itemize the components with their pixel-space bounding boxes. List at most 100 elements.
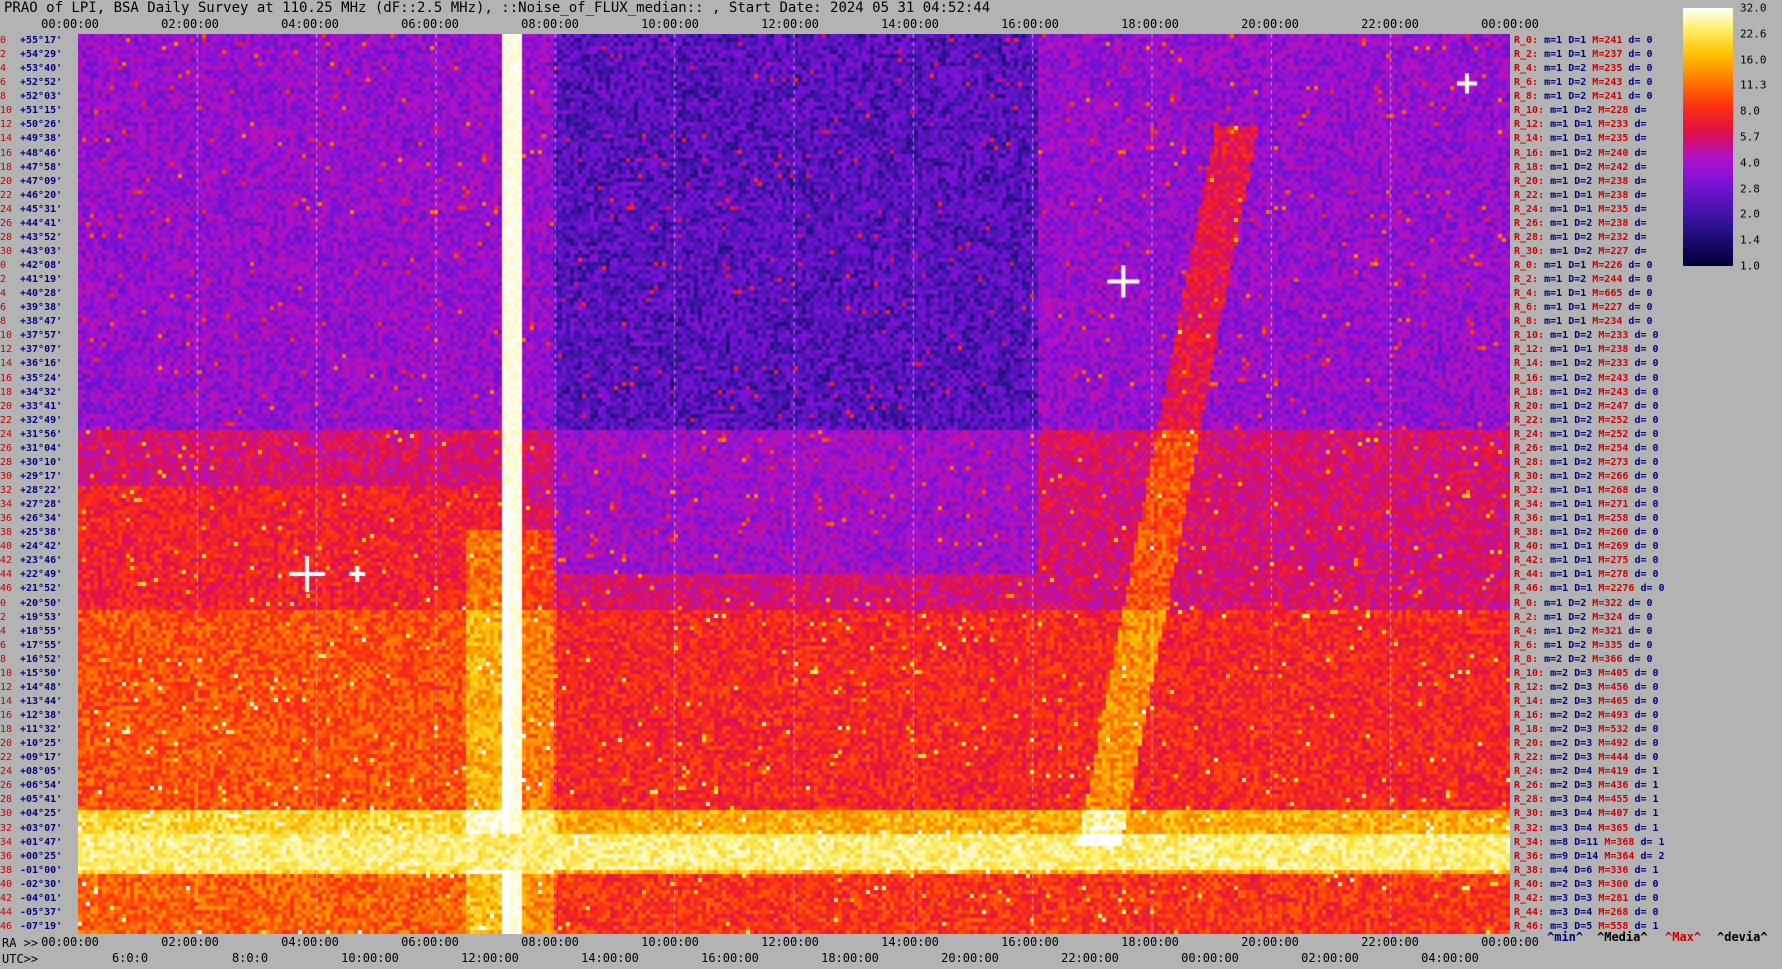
declination-index: 30 (0, 470, 13, 482)
stat-min: m=1 (1544, 119, 1569, 131)
declination-label: 44 -05°37' (0, 906, 62, 920)
stat-median: D=2 (1562, 611, 1587, 623)
declination-index: 28 (0, 794, 13, 806)
stat-median: D=1 (1568, 203, 1593, 215)
utc-tick: 20:00:00 (941, 951, 999, 965)
stat-median: D=2 (1568, 386, 1593, 398)
declination-value: +31°56' (20, 428, 63, 440)
stat-receiver: R_2: (1514, 274, 1539, 286)
stat-min: m=1 (1544, 147, 1569, 159)
declination-value: +34°32' (20, 386, 63, 398)
declination-value: +47°58' (20, 161, 63, 173)
declination-label: 44 +22°49' (0, 568, 62, 582)
stat-row: R_4: m=1 D=2 M=235 d= 0 (1514, 62, 1653, 76)
stat-row: R_20: m=2 D=3 M=492 d= 0 (1514, 737, 1659, 751)
stat-devia: d= 2 (1634, 850, 1665, 862)
stat-devia: d= 0 (1628, 442, 1659, 454)
declination-index: 20 (0, 400, 13, 412)
stat-max: M=252 (1592, 428, 1629, 440)
declination-label: 0 +55°17' (0, 34, 62, 48)
declination-index: 44 (0, 906, 13, 918)
declination-label: 6 +39°38' (0, 301, 62, 315)
declination-index: 6 (0, 77, 7, 89)
stat-receiver: R_30: (1514, 470, 1545, 482)
declination-value: +20°50' (20, 597, 63, 609)
declination-index: 32 (0, 822, 13, 834)
declination-value: +26°34' (20, 513, 63, 525)
declination-label: 4 +18°55' (0, 625, 62, 639)
stat-max: M=242 (1592, 161, 1629, 173)
declination-index: 14 (0, 695, 13, 707)
stat-max: M=238 (1592, 189, 1629, 201)
colorbar-labels: 32.0 22.6 16.0 11.3 8.0 5.7 4.0 2.8 2.0 1.4 1.0 (1740, 0, 1780, 273)
stat-row: R_40: m=2 D=3 M=300 d= 0 (1514, 878, 1659, 892)
declination-value: +49°38' (20, 133, 63, 145)
stat-min: m=1 (1544, 372, 1569, 384)
stat-min: m=2 (1544, 766, 1569, 778)
stat-min: m=1 (1544, 175, 1569, 187)
stat-max: M=465 (1592, 695, 1629, 707)
declination-label: 14 +49°38' (0, 132, 62, 146)
declination-index: 22 (0, 752, 13, 764)
stat-receiver: R_44: (1514, 906, 1545, 918)
stat-row: R_24: m=1 D=2 M=252 d= 0 (1514, 428, 1659, 442)
ra-top-tick: 16:00:00 (1001, 17, 1059, 31)
utc-tick: 12:00:00 (461, 951, 519, 965)
stat-min: m=1 (1544, 203, 1569, 215)
declination-value: +08°05' (20, 766, 63, 778)
utc-tick: 22:00:00 (1061, 951, 1119, 965)
stat-min: m=9 (1544, 850, 1569, 862)
stat-row: R_12: m=1 D=1 M=238 d= 0 (1514, 343, 1659, 357)
declination-value: +43°52' (20, 231, 63, 243)
utc-tick: 00:00:00 (1181, 951, 1239, 965)
ra-bottom-tick: 08:00:00 (521, 935, 579, 949)
stat-max: M=235 (1586, 63, 1623, 75)
stat-row: R_26: m=2 D=3 M=436 d= 1 (1514, 779, 1659, 793)
stat-max: M=234 (1586, 316, 1623, 328)
stat-min: m=1 (1538, 274, 1563, 286)
stat-min: m=3 (1544, 822, 1569, 834)
declination-index: 36 (0, 513, 13, 525)
stat-median: D=1 (1568, 513, 1593, 525)
stat-median: D=4 (1568, 808, 1593, 820)
declination-label: 20 +10°25' (0, 737, 62, 751)
stat-receiver: R_2: (1514, 611, 1539, 623)
declination-value: +09°17' (20, 752, 63, 764)
stat-receiver: R_46: (1514, 583, 1545, 595)
stat-min: m=8 (1544, 836, 1569, 848)
declination-label: 22 +09°17' (0, 751, 62, 765)
stat-receiver: R_8: (1514, 91, 1539, 103)
ra-bottom-tick: 18:00:00 (1121, 935, 1179, 949)
legend-min: ^min^ (1547, 930, 1584, 944)
declination-index: 12 (0, 344, 13, 356)
colorbar-tick: 4.0 (1740, 156, 1760, 170)
stat-receiver: R_20: (1514, 175, 1545, 187)
stat-row: R_0: m=1 D=1 M=241 d= 0 (1514, 34, 1653, 48)
stat-median: D=2 (1568, 161, 1593, 173)
stat-receiver: R_16: (1514, 372, 1545, 384)
stat-median: D=1 (1568, 541, 1593, 553)
stat-min: m=3 (1544, 906, 1569, 918)
legend-median: ^Media^ (1597, 930, 1648, 944)
stat-min: m=1 (1544, 527, 1569, 539)
stat-receiver: R_4: (1514, 288, 1539, 300)
stat-receiver: R_10: (1514, 330, 1545, 342)
declination-value: +54°29' (20, 49, 63, 61)
stat-receiver: R_0: (1514, 260, 1539, 271)
stat-median: D=2 (1568, 245, 1593, 257)
stat-receiver: R_18: (1514, 161, 1545, 173)
ra-bottom-tick: 02:00:00 (161, 935, 219, 949)
stat-max: M=268 (1592, 485, 1629, 496)
declination-value: +52°03' (20, 91, 63, 103)
declination-value: +32°49' (20, 414, 63, 426)
stat-min: m=1 (1544, 133, 1569, 145)
stat-devia: d= 0 (1622, 316, 1653, 328)
survey-plot: { "title": "PRAO of LPI, BSA Daily Surve… (0, 0, 1782, 968)
stat-min: m=1 (1538, 288, 1563, 300)
declination-label: 2 +19°53' (0, 611, 62, 625)
stat-devia: d= (1628, 105, 1647, 117)
declination-value: +42°08' (20, 260, 63, 271)
ra-bottom-tick: 10:00:00 (641, 935, 699, 949)
stat-median: D=2 (1568, 470, 1593, 482)
stat-row: R_18: m=2 D=3 M=532 d= 0 (1514, 723, 1659, 737)
